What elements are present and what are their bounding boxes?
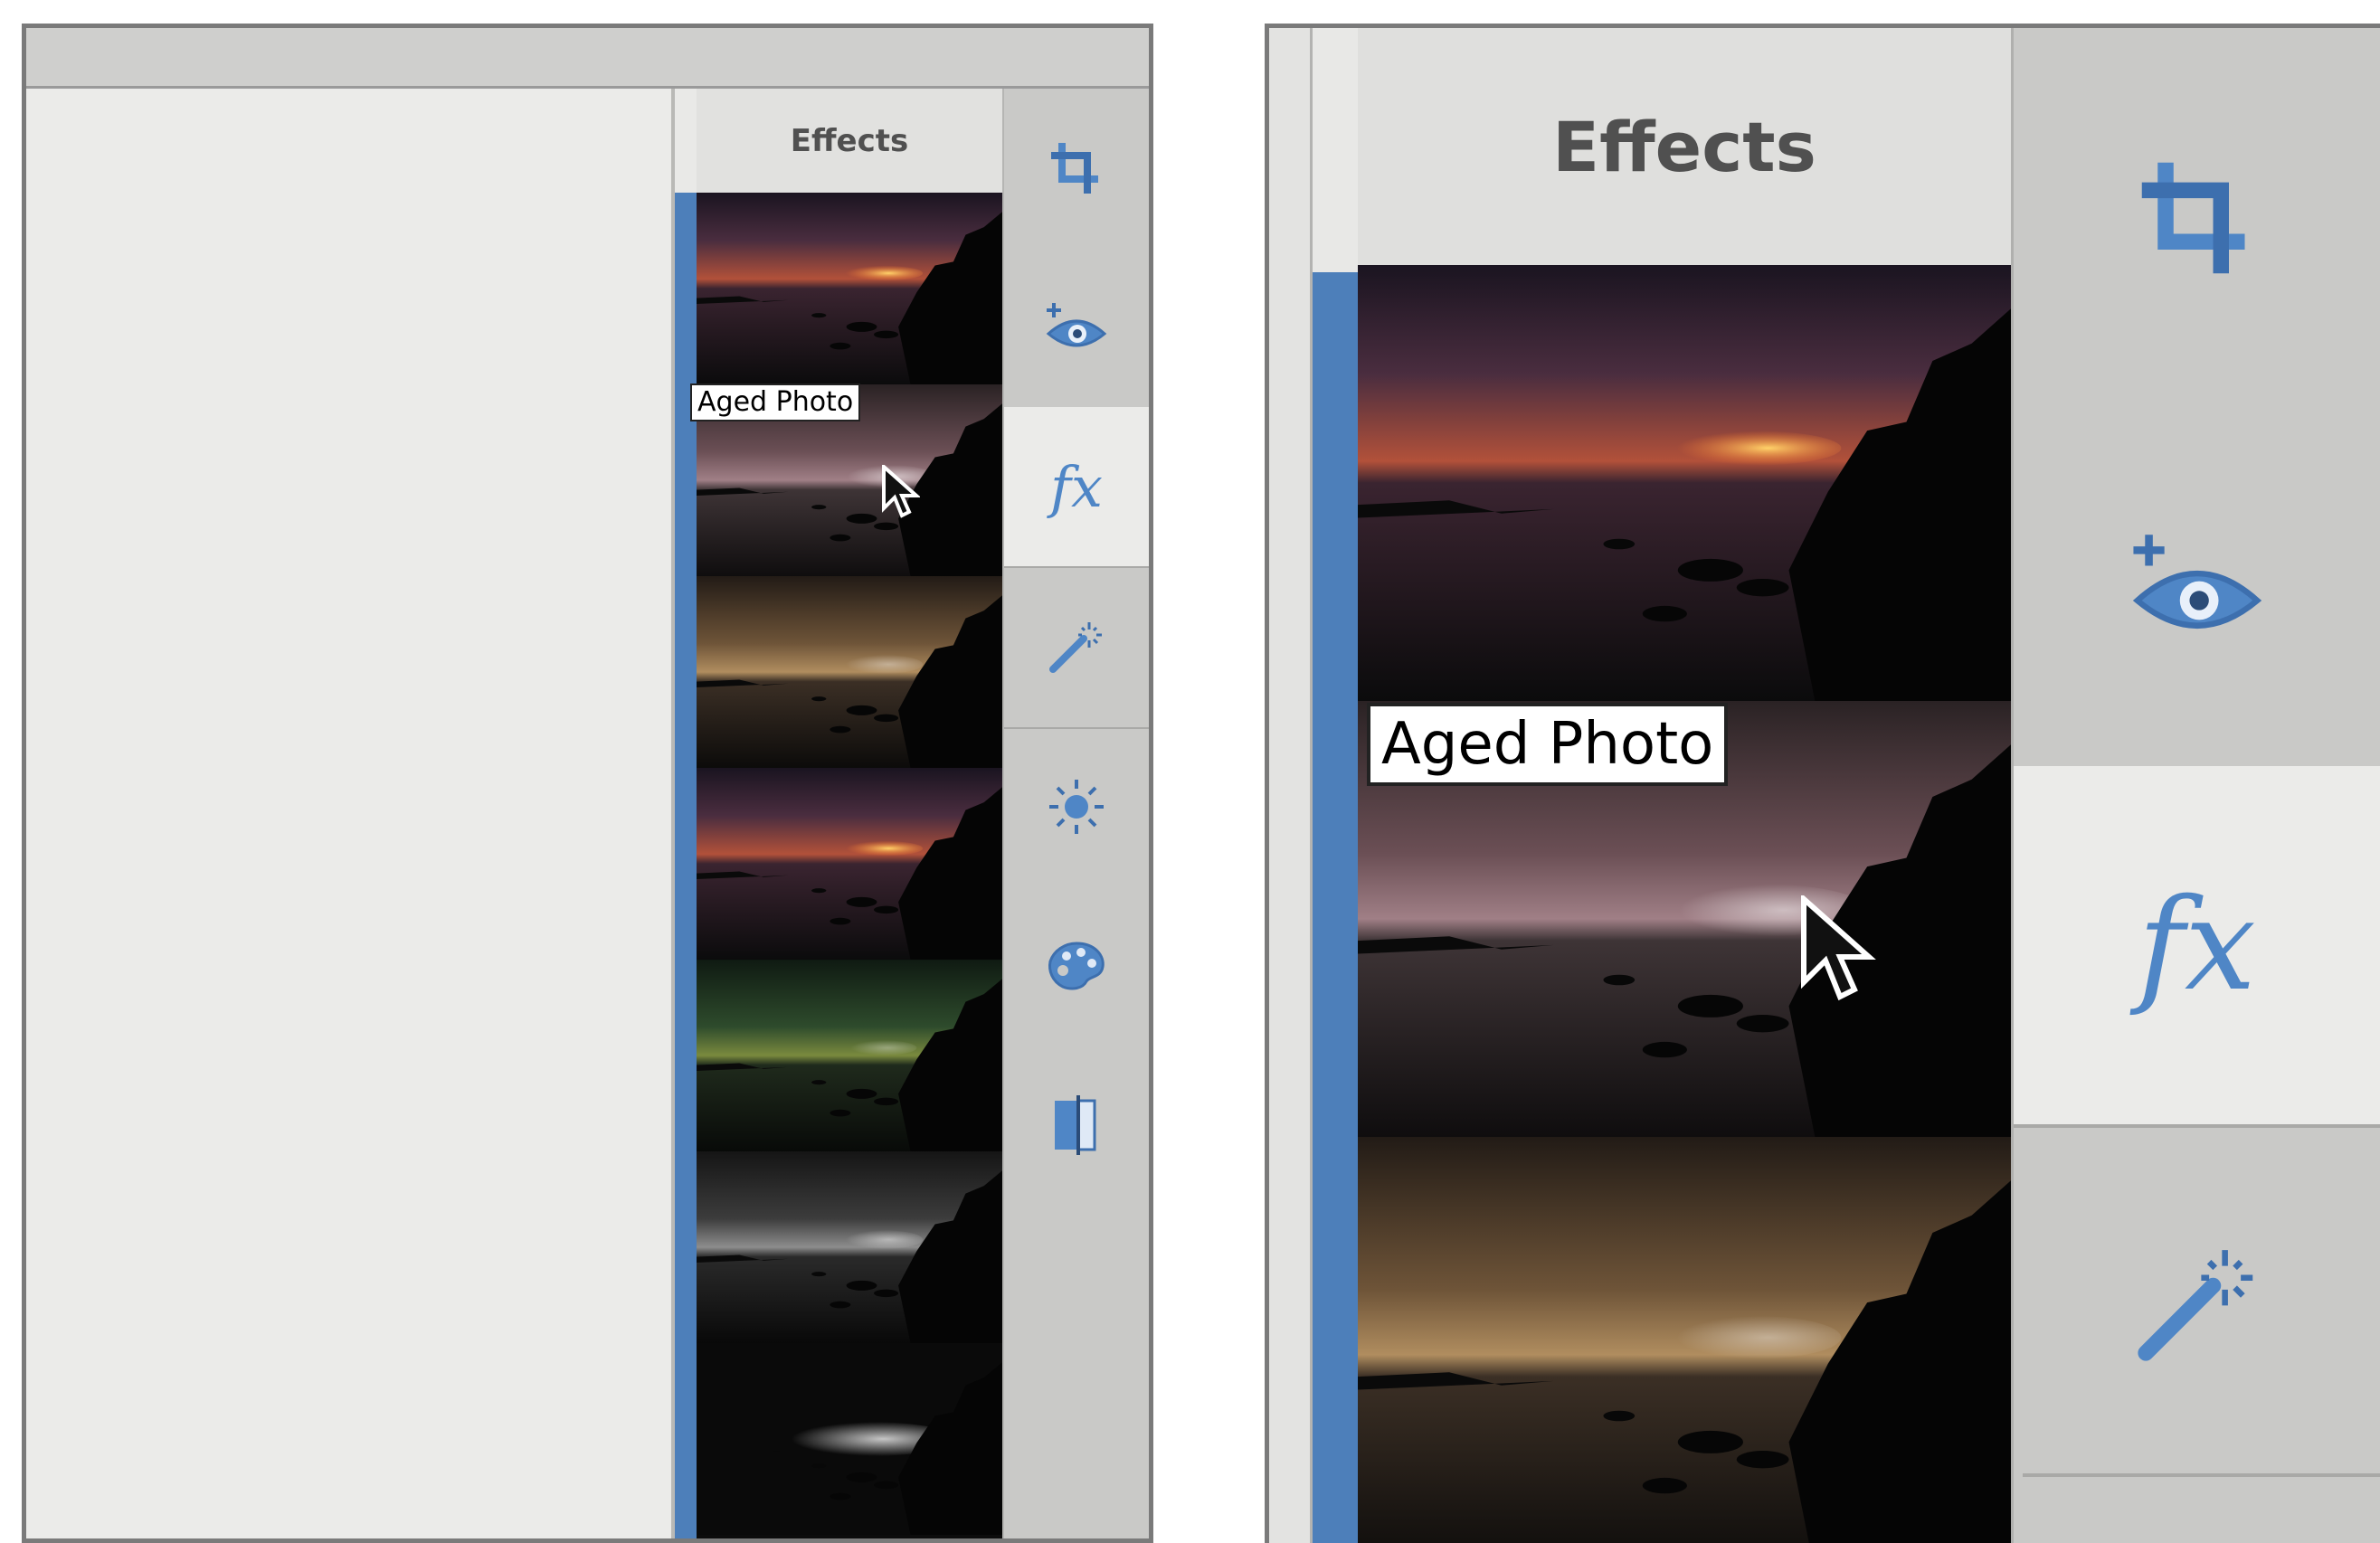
enhance-tool-button[interactable]	[2014, 1128, 2380, 1475]
effect-thumbnail[interactable]	[1358, 265, 2011, 701]
crop-tool-button[interactable]	[2014, 28, 2380, 408]
image-canvas[interactable]	[26, 89, 671, 1538]
tool-divider	[2023, 1473, 2380, 1477]
window-titlebar	[26, 28, 1149, 89]
panel-title: Effects	[1552, 106, 1816, 187]
straighten-icon	[1055, 1095, 1096, 1155]
effects-tool-button[interactable]: fx	[2014, 766, 2380, 1124]
brightness-tool-button[interactable]	[1004, 727, 1149, 886]
tools-sidebar: fx	[1002, 89, 1149, 1538]
effect-thumbnail[interactable]	[697, 193, 1002, 384]
effect-thumbnail[interactable]	[697, 1343, 1002, 1535]
fx-icon: fx	[2138, 871, 2256, 1019]
tools-sidebar: fx	[2011, 28, 2380, 1543]
red-eye-tool-button[interactable]	[1004, 248, 1149, 407]
palette-icon	[1048, 942, 1105, 990]
effects-panel-header: Effects	[697, 89, 1002, 193]
mouse-cursor-icon	[1801, 895, 1876, 1001]
fx-icon: fx	[1050, 453, 1103, 520]
magic-wand-icon	[2137, 1250, 2252, 1361]
editor-window-overview: Effects fx	[22, 24, 1153, 1543]
effects-thumbnail-list	[1358, 265, 2011, 1543]
panel-title: Effects	[790, 122, 909, 159]
effect-thumbnail[interactable]	[697, 960, 1002, 1151]
effect-thumbnail[interactable]	[697, 768, 1002, 960]
effect-tooltip: Aged Photo	[1367, 703, 1729, 786]
crop-tool-button[interactable]	[1004, 89, 1149, 248]
effect-tooltip: Aged Photo	[690, 383, 861, 421]
enhance-tool-button[interactable]	[1004, 566, 1149, 725]
effect-thumbnail[interactable]	[1358, 1137, 2011, 1543]
effect-thumbnail[interactable]	[697, 1151, 1002, 1343]
effects-panel-header: Effects	[1358, 28, 2011, 265]
red-eye-icon	[1046, 303, 1107, 347]
brightness-icon	[1049, 780, 1104, 834]
magic-wand-icon	[1049, 622, 1102, 673]
effects-tool-button[interactable]: fx	[1004, 407, 1149, 566]
effect-thumbnail[interactable]	[697, 576, 1002, 768]
crop-icon	[2141, 162, 2244, 274]
red-eye-icon	[2132, 535, 2261, 629]
canvas-edge	[1269, 28, 1313, 1543]
crop-icon	[1051, 143, 1098, 194]
color-tool-button[interactable]	[1004, 886, 1149, 1046]
panel-scrollbar[interactable]	[1313, 272, 1358, 1543]
mouse-cursor-icon	[882, 465, 920, 518]
straighten-tool-button[interactable]	[1004, 1046, 1149, 1205]
red-eye-tool-button[interactable]	[2014, 408, 2380, 766]
